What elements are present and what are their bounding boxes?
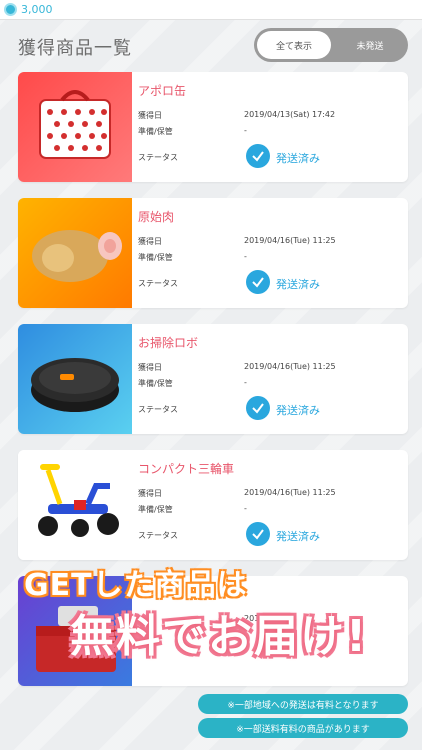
status-label: ステータス: [138, 153, 178, 162]
page-title: 獲得商品一覧: [18, 38, 132, 59]
item-card[interactable]: お掃除ロボ 獲得日 2019/04/16(Tue) 11:25 準備/保管 - …: [18, 324, 408, 434]
check-icon: [246, 270, 270, 294]
status-value: 発送済み: [276, 404, 320, 417]
item-card[interactable]: コンパクト三輪車 獲得日 2019/04/16(Tue) 11:25 準備/保管…: [18, 450, 408, 560]
prep-value: -: [244, 504, 247, 513]
status-value: 発送済み: [276, 530, 320, 543]
prep-label: 準備/保管: [138, 127, 173, 136]
coin-count: 3,000: [21, 3, 53, 16]
item-card[interactable]: アポロ缶 獲得日 2019/04/13(Sat) 17:42 準備/保管 - ス…: [18, 72, 408, 182]
item-name: 原始肉: [138, 210, 175, 224]
obtained-date: 2019/04/16(Tue) 11:25: [244, 236, 336, 245]
check-icon: [246, 522, 270, 546]
obtained-date: 2019/04/16(Tue) 11:25: [244, 488, 336, 497]
obtained-date: 2019/04/13(Sat) 17:42: [244, 110, 336, 119]
promo-note: ※一部地域への発送は有料となります: [198, 694, 408, 714]
item-image: [18, 450, 132, 560]
prep-label: 準備/保管: [138, 379, 173, 388]
item-name: アポロ缶: [138, 84, 187, 98]
top-bar: 3,000: [0, 0, 422, 20]
status-label: ステータス: [138, 405, 178, 414]
promo-headline: GETした商品は: [24, 568, 248, 603]
prep-label: 準備/保管: [138, 253, 173, 262]
check-icon: [246, 396, 270, 420]
check-icon: [246, 144, 270, 168]
obtained-label: 獲得日: [138, 363, 162, 372]
item-image: [18, 198, 132, 308]
item-card[interactable]: 原始肉 獲得日 2019/04/16(Tue) 11:25 準備/保管 - ステ…: [18, 198, 408, 308]
header: 獲得商品一覧 全て表示 未発送: [0, 20, 422, 70]
item-image: [18, 72, 132, 182]
coin-icon: [4, 3, 17, 16]
filter-toggle: 全て表示 未発送: [254, 28, 408, 62]
status-value: 発送済み: [276, 152, 320, 165]
promo-free-delivery: 無料でお届け!: [70, 611, 369, 662]
item-name: コンパクト三輪車: [138, 462, 235, 476]
obtained-label: 獲得日: [138, 489, 162, 498]
obtained-label: 獲得日: [138, 111, 162, 120]
prep-value: -: [244, 252, 247, 261]
obtained-date: 2019/04/16(Tue) 11:25: [244, 362, 336, 371]
status-label: ステータス: [138, 531, 178, 540]
status-value: 発送済み: [276, 278, 320, 291]
toggle-all-button[interactable]: 全て表示: [257, 31, 331, 59]
item-image: [18, 324, 132, 434]
prep-value: -: [244, 378, 247, 387]
obtained-label: 獲得日: [138, 237, 162, 246]
item-name: お掃除ロボ: [138, 336, 199, 350]
toggle-unsent-button[interactable]: 未発送: [334, 31, 406, 59]
prep-value: -: [244, 126, 247, 135]
promo-banner: GETした商品は 無料でお届け! ※一部地域への発送は有料となります ※一部送料…: [0, 556, 422, 750]
prep-label: 準備/保管: [138, 505, 173, 514]
status-label: ステータス: [138, 279, 178, 288]
promo-note: ※一部送料有料の商品があります: [198, 718, 408, 738]
